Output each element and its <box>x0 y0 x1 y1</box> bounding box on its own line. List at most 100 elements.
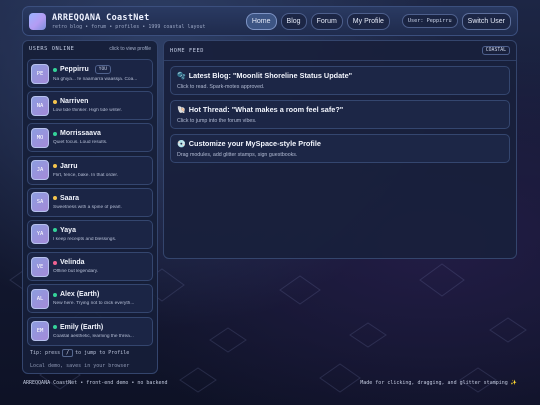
user-status: Coastal aesthetic, learning the threa... <box>53 333 134 339</box>
user-line: Peppirru YOU <box>53 65 149 74</box>
feed-card[interactable]: 🐚 Hot Thread: "What makes a room feel saf… <box>170 100 510 129</box>
status-dot-icon <box>53 164 57 169</box>
avatar: NA <box>31 95 49 116</box>
user-card[interactable]: JA Jarru Flirt, fence, bake. In that order… <box>27 155 153 185</box>
coastal-badge: COASTAL <box>481 46 510 55</box>
site-subtitle: retro blog • forum • profiles • 1999 coa… <box>52 23 206 30</box>
user-name: Saara <box>60 194 80 202</box>
avatar: VE <box>31 256 49 277</box>
users-online-hint: click to view profile <box>109 46 151 52</box>
status-dot-icon <box>53 67 57 72</box>
user-line: Velinda <box>53 259 149 266</box>
user-status: I keep receipts and blessings. <box>53 236 117 242</box>
tip-prefix: Tip: press <box>30 349 61 356</box>
nav-blog-button[interactable]: Blog <box>280 12 307 30</box>
home-feed-header: HOME FEED COASTAL <box>164 41 516 61</box>
user-line: Morrissaava <box>53 130 149 137</box>
user-name: Jarru <box>60 162 78 170</box>
feed-card-subtitle: Click to jump into the forum vibes. <box>177 118 257 124</box>
feed-list: 🫧 Latest Blog: "Moonlit Shoreline Status … <box>164 61 516 173</box>
switch-user-button[interactable]: Switch User <box>461 12 511 30</box>
home-feed-panel: HOME FEED COASTAL 🫧 Latest Blog: "Moonlit… <box>163 40 517 259</box>
user-card[interactable]: EM Emily (Earth) Coastal aesthetic, learni… <box>27 316 153 346</box>
nav-forum-button[interactable]: Forum <box>310 12 343 30</box>
bubbles-icon: 🫧 <box>177 72 186 80</box>
user-card[interactable]: PE Peppirru YOU Na ghiya... fe naamarra waa… <box>27 59 153 88</box>
user-status: Na ghiya... fe naamarra waassja. Coa... <box>53 77 138 82</box>
user-info: Alex (Earth) New here. Trying not to clic… <box>53 291 149 306</box>
feed-card-title-row: 💿 Customize your MySpace-style Profile <box>177 139 503 148</box>
status-dot-icon <box>53 99 57 104</box>
feed-card-subtitle: Drag modules, add glitter stamps, sign g… <box>177 152 298 158</box>
main-nav: Home Blog Forum My Profile <box>245 12 390 30</box>
you-badge: YOU <box>94 65 111 74</box>
feed-card-title-row: 🫧 Latest Blog: "Moonlit Shoreline Status … <box>177 71 503 80</box>
shortcut-tip: Tip: press / to jump to Profile <box>30 348 153 357</box>
users-online-header: USERS ONLINE click to view profile <box>27 44 153 54</box>
nav-home-button[interactable]: Home <box>245 12 277 30</box>
home-feed-title: HOME FEED <box>170 47 205 54</box>
user-info: Saara Sweetness with a spine of pearl. <box>53 195 149 210</box>
user-list: PE Peppirru YOU Na ghiya... fe naamarra waa… <box>27 59 153 346</box>
tip-suffix: to jump to Profile <box>75 349 130 356</box>
user-card[interactable]: NA Narriven Low tide thinker. High tide wr… <box>27 91 153 121</box>
user-line: Saara <box>53 195 149 202</box>
user-name: Yaya <box>60 226 76 234</box>
user-line: Emily (Earth) <box>53 324 149 331</box>
nav-profile-button[interactable]: My Profile <box>346 12 390 30</box>
user-card[interactable]: MO Morrissaava Quiet focus. Loud results. <box>27 123 153 153</box>
shell-icon: 🐚 <box>177 106 186 114</box>
feed-card-title: Hot Thread: "What makes a room feel safe… <box>188 105 344 114</box>
status-dot-icon <box>53 325 57 329</box>
footer-left-text: ARREQQANA CoastNet • front-end demo • no… <box>23 380 168 386</box>
avatar: SA <box>31 192 49 213</box>
avatar: JA <box>31 160 49 181</box>
user-info: Emily (Earth) Coastal aesthetic, learning… <box>53 324 149 339</box>
user-box: User: Peppirru Switch User <box>401 12 511 30</box>
user-info: Morrissaava Quiet focus. Loud results. <box>53 130 149 145</box>
avatar: MO <box>31 127 49 148</box>
feed-card[interactable]: 🫧 Latest Blog: "Moonlit Shoreline Status … <box>170 66 510 95</box>
user-line: Alex (Earth) <box>53 291 149 298</box>
user-info: Jarru Flirt, fence, bake. In that order. <box>53 163 149 178</box>
shortcut-key: / <box>62 348 74 357</box>
status-dot-icon <box>53 260 57 265</box>
user-info: Narriven Low tide thinker. High tide writ… <box>53 98 149 113</box>
status-dot-icon <box>53 292 57 297</box>
user-card[interactable]: AL Alex (Earth) New here. Trying not to cl… <box>27 284 153 314</box>
user-status: Offline but legendary. <box>53 269 99 275</box>
status-dot-icon <box>53 131 57 136</box>
top-header: ARREQQANA CoastNet retro blog • forum • … <box>22 6 518 36</box>
avatar: PE <box>31 63 49 84</box>
user-name: Emily (Earth) <box>60 323 104 331</box>
user-line: Narriven <box>53 98 149 105</box>
status-dot-icon <box>53 228 57 233</box>
user-name: Peppirru <box>60 66 89 73</box>
user-card[interactable]: VE Velinda Offline but legendary. <box>27 252 153 282</box>
user-name: Narriven <box>60 98 89 106</box>
logo-icon <box>29 12 46 30</box>
user-card[interactable]: YA Yaya I keep receipts and blessings. <box>27 219 153 249</box>
user-name: Alex (Earth) <box>60 291 100 299</box>
user-info: Velinda Offline but legendary. <box>53 259 149 274</box>
user-status: Low tide thinker. High tide writer. <box>53 108 123 114</box>
user-status: Quiet focus. Loud results. <box>53 140 108 146</box>
user-info: Yaya I keep receipts and blessings. <box>53 227 149 242</box>
user-name: Morrissaava <box>60 130 101 138</box>
feed-card[interactable]: 💿 Customize your MySpace-style Profile Dra… <box>170 134 510 163</box>
user-info: Peppirru YOU Na ghiya... fe naamarra waass… <box>53 65 149 82</box>
user-card[interactable]: SA Saara Sweetness with a spine of pearl. <box>27 187 153 217</box>
current-user-pill: User: Peppirru <box>401 14 458 28</box>
user-status: New here. Trying not to click everyth... <box>53 301 135 307</box>
footer-right-text: Made for clicking, dragging, and glitter… <box>360 380 517 386</box>
feed-card-title-row: 🐚 Hot Thread: "What makes a room feel saf… <box>177 105 503 114</box>
sidebar-footer: Tip: press / to jump to Profile Local de… <box>27 348 153 369</box>
avatar: EM <box>31 321 49 341</box>
user-line: Jarru <box>53 163 149 170</box>
feed-card-title: Customize your MySpace-style Profile <box>188 139 321 148</box>
status-dot-icon <box>53 196 57 201</box>
users-online-title: USERS ONLINE <box>29 46 75 52</box>
feed-card-subtitle: Click to read. Spark-motes approved. <box>177 84 265 90</box>
user-status: Flirt, fence, bake. In that order. <box>53 172 119 178</box>
feed-card-title: Latest Blog: "Moonlit Shoreline Status U… <box>188 71 353 80</box>
